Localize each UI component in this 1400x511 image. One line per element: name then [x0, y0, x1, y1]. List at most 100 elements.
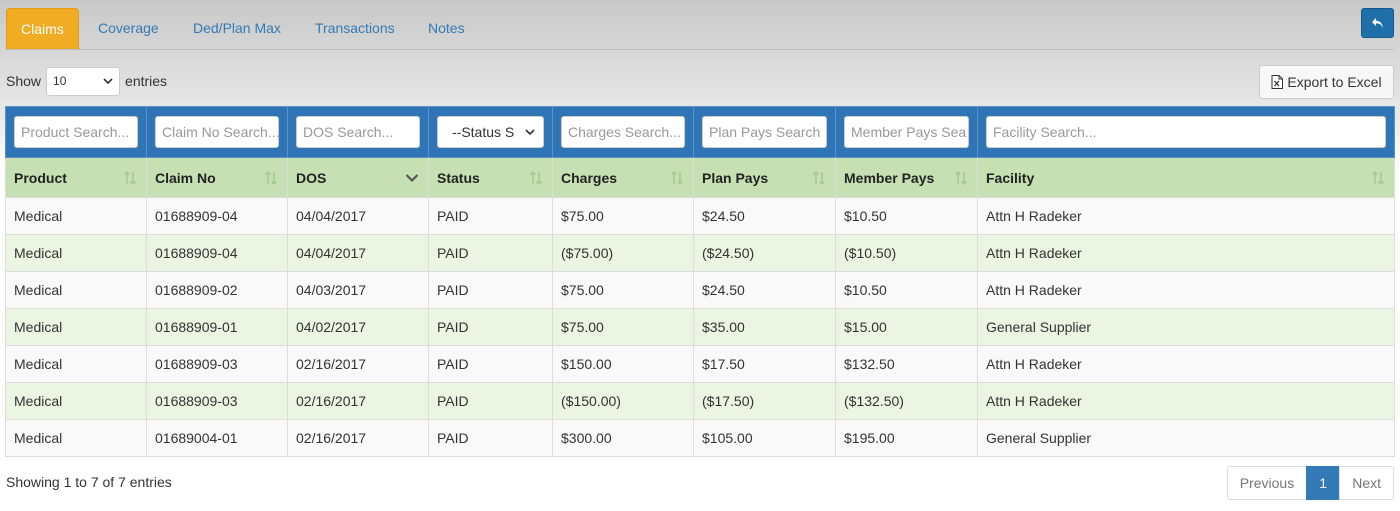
product-cell: Medical [5, 197, 147, 235]
status-cell: PAID [428, 382, 553, 420]
member-pays-cell: ($132.50) [835, 382, 978, 420]
product-cell: Medical [5, 345, 147, 383]
facility-cell: General Supplier [977, 308, 1395, 346]
undo-arrow-icon [1371, 17, 1383, 28]
back-button[interactable] [1361, 8, 1394, 38]
member-pays-cell: $195.00 [835, 419, 978, 457]
member-pays-cell: ($10.50) [835, 234, 978, 272]
claim-no-cell: 01688909-04 [146, 197, 288, 235]
claim-no-cell: 01689004-01 [146, 419, 288, 457]
tab-coverage[interactable]: Coverage [84, 8, 173, 49]
chevron-down-icon [103, 78, 113, 84]
tab-ded-plan-max[interactable]: Ded/Plan Max [179, 8, 295, 49]
sort-both-icon [670, 170, 684, 186]
column-search-row: Product Search... Claim No Search... DOS… [5, 106, 1395, 158]
column-header-row: Product Claim No DOS Status Charges Plan… [5, 157, 1395, 198]
claim-no-cell: 01688909-01 [146, 308, 288, 346]
charges-cell: $75.00 [552, 271, 694, 309]
table-row[interactable]: Medical 01688909-03 02/16/2017 PAID $150.00 $… [5, 345, 1395, 383]
table-row[interactable]: Medical 01688909-04 04/04/2017 PAID ($75.00)… [5, 234, 1395, 272]
tab-transactions[interactable]: Transactions [301, 8, 409, 49]
facility-cell: Attn H Radeker [977, 197, 1395, 235]
facility-cell: Attn H Radeker [977, 271, 1395, 309]
export-excel-button[interactable]: Export to Excel [1259, 65, 1394, 99]
member-pays-search-input[interactable]: Member Pays Sea [844, 116, 969, 148]
table-row[interactable]: Medical 01688909-01 04/02/2017 PAID $75.00 $3… [5, 308, 1395, 346]
plan-pays-cell: $35.00 [693, 308, 836, 346]
product-cell: Medical [5, 308, 147, 346]
status-cell: PAID [428, 419, 553, 457]
table-row[interactable]: Medical 01688909-02 04/03/2017 PAID $75.00 $2… [5, 271, 1395, 309]
header-product[interactable]: Product [5, 157, 147, 198]
tab-claims[interactable]: Claims [6, 8, 79, 49]
table-row[interactable]: Medical 01688909-04 04/04/2017 PAID $75.00 $2… [5, 197, 1395, 235]
dos-cell: 04/03/2017 [287, 271, 429, 309]
pagination: Previous 1 Next [1226, 466, 1394, 500]
sort-both-icon [529, 170, 543, 186]
facility-cell: General Supplier [977, 419, 1395, 457]
next-page-button[interactable]: Next [1339, 466, 1394, 500]
dos-cell: 04/02/2017 [287, 308, 429, 346]
sort-desc-icon [405, 174, 419, 183]
status-filter-value: --Status S [452, 124, 515, 140]
product-cell: Medical [5, 382, 147, 420]
charges-cell: ($150.00) [552, 382, 694, 420]
sort-both-icon [954, 170, 968, 186]
claim-no-cell: 01688909-03 [146, 345, 288, 383]
charges-search-input[interactable]: Charges Search... [561, 116, 685, 148]
facility-search-input[interactable]: Facility Search... [986, 116, 1386, 148]
header-status[interactable]: Status [428, 157, 553, 198]
plan-pays-search-input[interactable]: Plan Pays Search [702, 116, 827, 148]
product-cell: Medical [5, 271, 147, 309]
plan-pays-cell: $24.50 [693, 271, 836, 309]
dos-cell: 02/16/2017 [287, 382, 429, 420]
member-pays-cell: $15.00 [835, 308, 978, 346]
table-info: Showing 1 to 7 of 7 entries [6, 474, 172, 490]
member-pays-cell: $132.50 [835, 345, 978, 383]
sort-both-icon [812, 170, 826, 186]
charges-cell: $75.00 [552, 308, 694, 346]
tab-bar: Claims Coverage Ded/Plan Max Transaction… [6, 8, 1394, 50]
length-control: Show 10 entries [6, 66, 167, 96]
previous-page-button[interactable]: Previous [1226, 466, 1308, 500]
page-length-select[interactable]: 10 [46, 66, 121, 96]
table-row[interactable]: Medical 01689004-01 02/16/2017 PAID $300.00 $… [5, 419, 1395, 457]
tab-notes[interactable]: Notes [414, 8, 479, 49]
page-length-value: 10 [53, 74, 67, 88]
dos-search-input[interactable]: DOS Search... [296, 116, 420, 148]
member-pays-cell: $10.50 [835, 197, 978, 235]
claim-no-search-input[interactable]: Claim No Search... [155, 116, 279, 148]
member-pays-cell: $10.50 [835, 271, 978, 309]
claim-no-cell: 01688909-03 [146, 382, 288, 420]
dos-cell: 04/04/2017 [287, 197, 429, 235]
plan-pays-cell: $17.50 [693, 345, 836, 383]
plan-pays-cell: ($24.50) [693, 234, 836, 272]
header-dos[interactable]: DOS [287, 157, 429, 198]
sort-both-icon [1371, 170, 1385, 186]
status-cell: PAID [428, 234, 553, 272]
dos-cell: 04/04/2017 [287, 234, 429, 272]
chevron-down-icon [525, 129, 535, 135]
table-body: Medical 01688909-04 04/04/2017 PAID $75.00 $2… [5, 197, 1395, 457]
dos-cell: 02/16/2017 [287, 345, 429, 383]
header-facility[interactable]: Facility [977, 157, 1395, 198]
status-cell: PAID [428, 271, 553, 309]
header-plan-pays[interactable]: Plan Pays [693, 157, 836, 198]
header-charges[interactable]: Charges [552, 157, 694, 198]
header-claim-no[interactable]: Claim No [146, 157, 288, 198]
plan-pays-cell: $24.50 [693, 197, 836, 235]
header-member-pays[interactable]: Member Pays [835, 157, 978, 198]
facility-cell: Attn H Radeker [977, 234, 1395, 272]
dos-cell: 02/16/2017 [287, 419, 429, 457]
entries-label: entries [125, 73, 168, 89]
status-filter-select[interactable]: --Status S [437, 116, 544, 148]
product-cell: Medical [5, 419, 147, 457]
facility-cell: Attn H Radeker [977, 382, 1395, 420]
product-search-input[interactable]: Product Search... [14, 116, 138, 148]
table-row[interactable]: Medical 01688909-03 02/16/2017 PAID ($150.00… [5, 382, 1395, 420]
plan-pays-cell: $105.00 [693, 419, 836, 457]
charges-cell: ($75.00) [552, 234, 694, 272]
charges-cell: $75.00 [552, 197, 694, 235]
status-cell: PAID [428, 345, 553, 383]
page-1-button[interactable]: 1 [1306, 466, 1341, 500]
